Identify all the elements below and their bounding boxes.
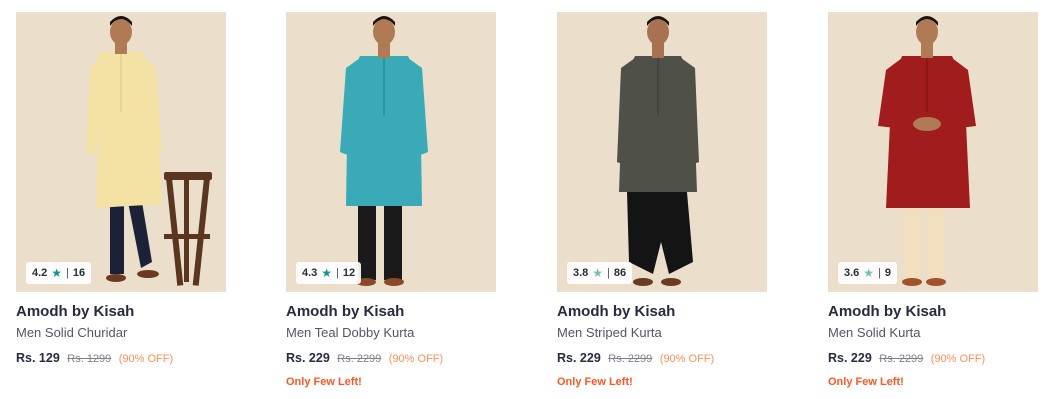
star-icon: ★: [863, 266, 875, 280]
product-brand: Amodh by Kisah: [557, 303, 676, 320]
cream-kurta-photo: [16, 12, 226, 292]
product-discount: (90% OFF): [388, 353, 444, 365]
product-image[interactable]: 4.2 ★ | 16: [16, 12, 226, 292]
star-icon: ★: [592, 266, 604, 280]
product-image[interactable]: 3.6 ★ | 9: [828, 12, 1038, 292]
rating-count: 16: [72, 267, 86, 279]
star-icon: ★: [51, 266, 63, 280]
rating-badge: 4.2 ★ | 16: [26, 262, 92, 284]
rating-value: 4.3: [302, 267, 318, 279]
product-image[interactable]: 4.3 ★ | 12: [286, 12, 496, 292]
product-brand: Amodh by Kisah: [828, 303, 947, 320]
rating-badge: 3.8 ★ | 86: [567, 262, 633, 284]
stock-warning: Only Few Left!: [828, 376, 904, 388]
rating-separator: |: [878, 267, 881, 279]
stock-warning: Only Few Left!: [286, 376, 362, 388]
product-brand: Amodh by Kisah: [16, 303, 135, 320]
rating-count: 9: [884, 267, 892, 279]
rating-separator: |: [336, 267, 339, 279]
product-grid: 4.2 ★ | 16 Amodh by Kisah Men Solid Chur…: [0, 0, 1055, 399]
rating-badge: 4.3 ★ | 12: [296, 262, 362, 284]
product-mrp: Rs. 1299: [67, 353, 112, 365]
rating-separator: |: [607, 267, 610, 279]
product-price: Rs. 129: [16, 351, 60, 365]
rating-value: 3.6: [844, 267, 860, 279]
product-card[interactable]: 3.8 ★ | 86 Amodh by Kisah Men Striped Ku…: [557, 12, 767, 392]
product-name: Men Solid Churidar: [16, 325, 128, 340]
product-name: Men Striped Kurta: [557, 325, 662, 340]
product-card[interactable]: 4.3 ★ | 12 Amodh by Kisah Men Teal Dobby…: [286, 12, 496, 392]
product-price: Rs. 229: [286, 351, 330, 365]
rating-value: 3.8: [573, 267, 589, 279]
rating-count: 86: [613, 267, 627, 279]
product-mrp: Rs. 2299: [879, 353, 924, 365]
stock-warning: Only Few Left!: [557, 376, 633, 388]
product-mrp: Rs. 2299: [337, 353, 382, 365]
product-info: Amodh by Kisah Men Striped Kurta Rs. 229…: [557, 292, 767, 389]
price-row: Rs. 229 Rs. 2299 (90% OFF): [286, 350, 496, 367]
product-info: Amodh by Kisah Men Solid Churidar Rs. 12…: [16, 292, 226, 367]
product-info: Amodh by Kisah Men Teal Dobby Kurta Rs. …: [286, 292, 496, 389]
product-info: Amodh by Kisah Men Solid Kurta Rs. 229 R…: [828, 292, 1038, 389]
price-row: Rs. 229 Rs. 2299 (90% OFF): [557, 350, 767, 367]
product-discount: (90% OFF): [930, 353, 986, 365]
star-icon: ★: [321, 266, 333, 280]
grey-kurta-photo: [557, 12, 767, 292]
rating-value: 4.2: [32, 267, 48, 279]
product-brand: Amodh by Kisah: [286, 303, 405, 320]
product-price: Rs. 229: [557, 351, 601, 365]
product-discount: (90% OFF): [659, 353, 715, 365]
rating-count: 12: [342, 267, 356, 279]
product-card[interactable]: 3.6 ★ | 9 Amodh by Kisah Men Solid Kurta…: [828, 12, 1038, 392]
product-mrp: Rs. 2299: [608, 353, 653, 365]
price-row: Rs. 229 Rs. 2299 (90% OFF): [828, 350, 1038, 367]
product-name: Men Teal Dobby Kurta: [286, 325, 415, 340]
product-card[interactable]: 4.2 ★ | 16 Amodh by Kisah Men Solid Chur…: [16, 12, 226, 392]
product-price: Rs. 229: [828, 351, 872, 365]
product-name: Men Solid Kurta: [828, 325, 921, 340]
price-row: Rs. 129 Rs. 1299 (90% OFF): [16, 350, 226, 367]
rating-badge: 3.6 ★ | 9: [838, 262, 898, 284]
teal-kurta-photo: [286, 12, 496, 292]
product-discount: (90% OFF): [118, 353, 174, 365]
product-image[interactable]: 3.8 ★ | 86: [557, 12, 767, 292]
maroon-kurta-photo: [828, 12, 1038, 292]
rating-separator: |: [66, 267, 69, 279]
